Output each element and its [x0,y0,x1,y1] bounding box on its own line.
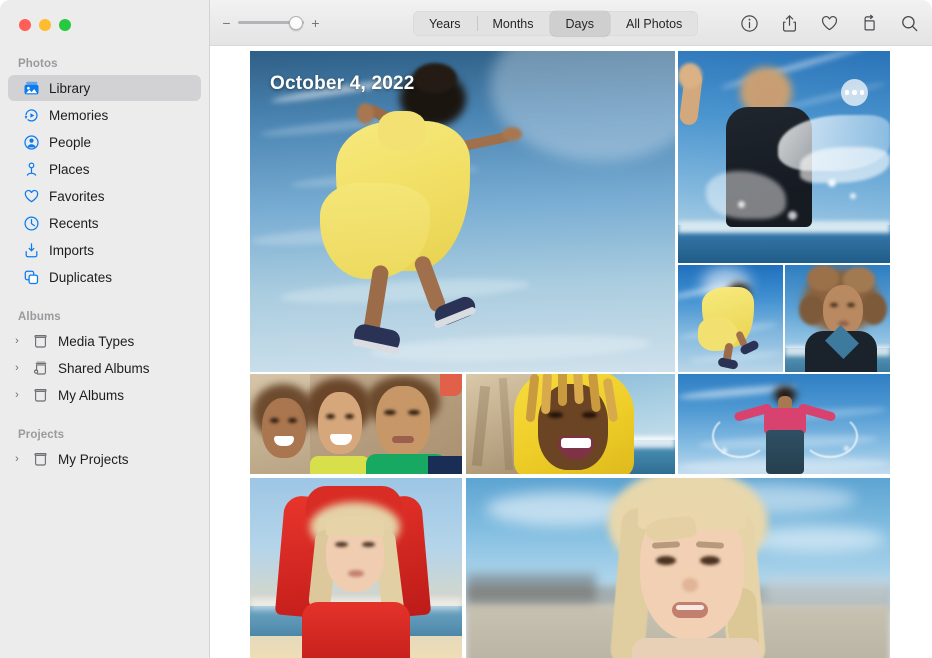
album-icon [32,333,49,350]
sidebar-item-my-projects[interactable]: › My Projects [8,446,201,472]
photo-blonde-red-sweater[interactable] [250,478,462,658]
places-icon [23,161,40,178]
tab-all-photos[interactable]: All Photos [610,11,698,36]
photo-blonde-braids-beach[interactable] [466,478,890,658]
sidebar-group-projects-title: Projects [0,423,209,445]
sidebar-scroll: Photos Library Memories People [0,0,209,472]
sidebar-item-label: Recents [49,216,99,231]
photo-girl-yellow-dress-sky[interactable] [678,265,783,372]
zoom-out-label[interactable]: − [222,16,231,30]
sidebar-item-favorites[interactable]: Favorites [8,183,201,209]
sidebar-item-label: Favorites [49,189,105,204]
photo-curly-hair-portrait[interactable] [785,265,890,372]
imports-icon [23,242,40,259]
sidebar-item-label: Shared Albums [58,361,150,376]
photo-girl-yellow-dress-jumping[interactable]: October 4, 2022 [250,51,675,372]
rotate-icon[interactable] [858,12,880,34]
zoom-slider-control[interactable]: − + [222,15,320,31]
sidebar-item-label: Duplicates [49,270,112,285]
sidebar-item-duplicates[interactable]: Duplicates [8,264,201,290]
sidebar-item-people[interactable]: People [8,129,201,155]
photo-woman-water-splash[interactable] [678,51,890,263]
toolbar: − + Years Months Days All Photos [210,0,932,46]
view-mode-segmented-control[interactable]: Years Months Days All Photos [413,11,698,36]
album-icon [32,451,49,468]
photo-grid: October 4, 2022 [250,51,890,658]
shared-album-icon [32,360,49,377]
sidebar-item-my-albums[interactable]: › My Albums [8,382,201,408]
sidebar-item-places[interactable]: Places [8,156,201,182]
sidebar-item-label: Library [49,81,90,96]
duplicates-icon [23,269,40,286]
photo-three-friends-selfie[interactable] [250,374,462,474]
window-controls [19,19,71,31]
sidebar-item-recents[interactable]: Recents [8,210,201,236]
sidebar-item-label: My Albums [58,388,124,403]
maximize-button[interactable] [59,19,71,31]
photo-smiling-yellow-scarf[interactable] [466,374,675,474]
sidebar-item-memories[interactable]: Memories [8,102,201,128]
minimize-button[interactable] [39,19,51,31]
sidebar-item-library[interactable]: Library [8,75,201,101]
sidebar-item-label: Media Types [58,334,134,349]
people-icon [23,134,40,151]
zoom-in-label[interactable]: + [311,16,320,30]
search-icon[interactable] [898,12,920,34]
sidebar-item-label: Imports [49,243,94,258]
sidebar-item-label: Memories [49,108,108,123]
sidebar-item-label: Places [49,162,90,177]
sidebar-group-photos-title: Photos [0,52,209,74]
album-icon [32,387,49,404]
favorite-heart-icon[interactable] [818,12,840,34]
library-icon [23,80,40,97]
chevron-right-icon[interactable]: › [11,336,23,347]
tab-years[interactable]: Years [413,11,477,36]
photo-woman-pink-top-sky[interactable] [678,374,890,474]
share-icon[interactable] [778,12,800,34]
toolbar-actions [738,0,920,46]
close-button[interactable] [19,19,31,31]
main-pane: − + Years Months Days All Photos [210,0,932,658]
sidebar-group-albums-title: Albums [0,305,209,327]
tab-months[interactable]: Months [477,11,550,36]
chevron-right-icon[interactable]: › [11,390,23,401]
photos-window: Photos Library Memories People [0,0,932,658]
tab-days[interactable]: Days [550,11,610,36]
chevron-right-icon[interactable]: › [11,363,23,374]
recents-icon [23,215,40,232]
memories-icon [23,107,40,124]
more-options-button[interactable] [841,79,868,106]
sidebar-item-label: People [49,135,91,150]
sidebar-item-label: My Projects [58,452,129,467]
sidebar-item-imports[interactable]: Imports [8,237,201,263]
slider-knob[interactable] [289,16,303,30]
info-icon[interactable] [738,12,760,34]
favorites-icon [23,188,40,205]
sidebar: Photos Library Memories People [0,0,210,658]
sidebar-item-shared-albums[interactable]: › Shared Albums [8,355,201,381]
sidebar-item-media-types[interactable]: › Media Types [8,328,201,354]
zoom-slider[interactable] [238,15,304,31]
chevron-right-icon[interactable]: › [11,454,23,465]
photo-grid-container[interactable]: October 4, 2022 [210,46,932,658]
